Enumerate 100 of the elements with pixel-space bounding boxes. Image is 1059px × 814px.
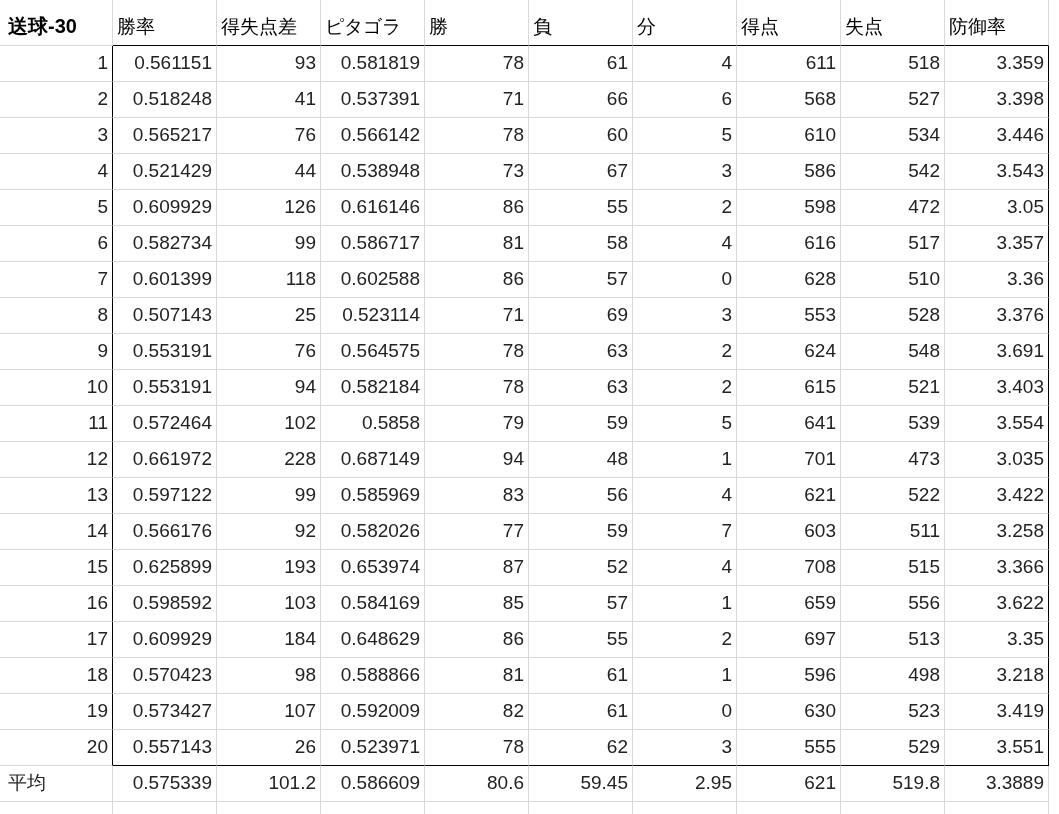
sheet-title: 送球-30 <box>0 0 113 46</box>
table-cell: 62 <box>529 730 633 766</box>
row-label: 6 <box>0 226 113 262</box>
table-cell: 542 <box>841 154 945 190</box>
table-cell: 92 <box>217 514 321 550</box>
table-cell: 55 <box>529 190 633 226</box>
table-cell: 86 <box>425 190 529 226</box>
table-cell: 0.582026 <box>321 514 425 550</box>
row-label: 17 <box>0 622 113 658</box>
table-cell: 101.2 <box>217 766 321 802</box>
table-cell: 0.570423 <box>113 658 217 694</box>
table-cell: 81 <box>425 226 529 262</box>
table-cell: 473 <box>841 442 945 478</box>
table-cell: 0.523971 <box>321 730 425 766</box>
table-cell: 48 <box>529 442 633 478</box>
column-header: 得失点差 <box>217 0 321 46</box>
table-cell: 2 <box>633 370 737 406</box>
table-cell: 697 <box>737 622 841 658</box>
table-cell: 3 <box>633 298 737 334</box>
table-cell: 86 <box>425 262 529 298</box>
table-cell: 0.582184 <box>321 370 425 406</box>
table-cell: 517 <box>841 226 945 262</box>
table-cell: 5 <box>633 406 737 442</box>
table-cell: 0.586609 <box>321 766 425 802</box>
table-cell: 498 <box>841 658 945 694</box>
table-cell: 3.36 <box>945 262 1049 298</box>
row-label: 12 <box>0 442 113 478</box>
row-label: 19 <box>0 694 113 730</box>
table-cell: 66 <box>529 82 633 118</box>
table-cell: 3.551 <box>945 730 1049 766</box>
table-cell: 118 <box>217 262 321 298</box>
table-cell: 0.609929 <box>113 622 217 658</box>
table-cell: 0.564575 <box>321 334 425 370</box>
row-label: 16 <box>0 586 113 622</box>
row-label: 5 <box>0 190 113 226</box>
table-cell: 641 <box>737 406 841 442</box>
table-cell: 615 <box>737 370 841 406</box>
row-label: 平均 <box>0 766 113 802</box>
table-cell: 77 <box>425 514 529 550</box>
table-cell: 71 <box>425 298 529 334</box>
table-cell: 0.553191 <box>113 370 217 406</box>
table-cell: 1 <box>633 442 737 478</box>
column-header: 失点 <box>841 0 945 46</box>
table-cell: 0.653974 <box>321 550 425 586</box>
table-cell: 57 <box>529 262 633 298</box>
row-label: 10 <box>0 370 113 406</box>
table-cell: 708 <box>737 550 841 586</box>
table-cell: 0.661972 <box>113 442 217 478</box>
table-cell: 107 <box>217 694 321 730</box>
table-cell: 603 <box>737 514 841 550</box>
table-cell: 76 <box>217 118 321 154</box>
table-cell: 3.419 <box>945 694 1049 730</box>
column-header: 分 <box>633 0 737 46</box>
table-cell: 59 <box>529 514 633 550</box>
table-cell: 628 <box>737 262 841 298</box>
table-cell: 78 <box>425 118 529 154</box>
table-cell: 548 <box>841 334 945 370</box>
table-cell: 2 <box>633 622 737 658</box>
table-cell: 78 <box>425 46 529 82</box>
column-header: 得点 <box>737 0 841 46</box>
table-cell: 79 <box>425 406 529 442</box>
table-cell: 0.585969 <box>321 478 425 514</box>
table-cell: 85 <box>425 586 529 622</box>
table-cell: 61 <box>529 658 633 694</box>
table-cell: 67 <box>529 154 633 190</box>
table-cell: 63 <box>529 334 633 370</box>
table-cell: 596 <box>737 658 841 694</box>
table-cell: 3.258 <box>945 514 1049 550</box>
table-cell: 0.566176 <box>113 514 217 550</box>
table-cell: 3.218 <box>945 658 1049 694</box>
table-cell: 0.592009 <box>321 694 425 730</box>
table-cell: 93 <box>217 46 321 82</box>
table-cell: 0.616146 <box>321 190 425 226</box>
table-cell: 3.446 <box>945 118 1049 154</box>
table-cell: 518 <box>841 46 945 82</box>
table-cell: 3.035 <box>945 442 1049 478</box>
table-cell: 616 <box>737 226 841 262</box>
table-cell: 71 <box>425 82 529 118</box>
table-cell: 228 <box>217 442 321 478</box>
table-cell: 3 <box>633 730 737 766</box>
table-cell: 87 <box>425 550 529 586</box>
table-cell: 55 <box>529 622 633 658</box>
row-label: 9 <box>0 334 113 370</box>
table-cell: 0.538948 <box>321 154 425 190</box>
table-cell: 3.366 <box>945 550 1049 586</box>
table-cell: 611 <box>737 46 841 82</box>
table-cell: 80.6 <box>425 766 529 802</box>
table-cell: 621 <box>737 766 841 802</box>
table-cell: 528 <box>841 298 945 334</box>
table-cell: 3.357 <box>945 226 1049 262</box>
table-cell: 553 <box>737 298 841 334</box>
table-cell: 99 <box>217 478 321 514</box>
table-cell: 0.572464 <box>113 406 217 442</box>
table-cell: 76 <box>217 334 321 370</box>
table-cell: 555 <box>737 730 841 766</box>
table-cell: 7 <box>633 514 737 550</box>
table-cell: 0.557143 <box>113 730 217 766</box>
table-cell: 0.582734 <box>113 226 217 262</box>
table-cell: 659 <box>737 586 841 622</box>
table-cell: 126 <box>217 190 321 226</box>
